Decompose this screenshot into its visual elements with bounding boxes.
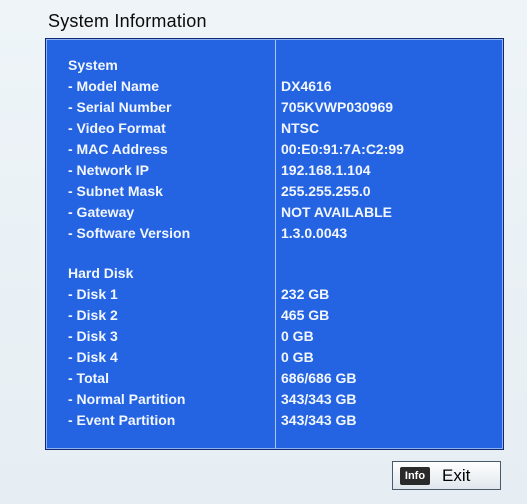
value-spacer-hard-disk [281,263,404,284]
label-network-ip: - Network IP [68,162,149,178]
value-network-ip: 192.168.1.104 [281,162,371,178]
label-event-partition: - Event Partition [68,412,176,428]
info-key-badge: Info [400,466,430,485]
value-total: 686/686 GB [281,370,357,386]
value-gateway: NOT AVAILABLE [281,204,392,220]
value-disk-1: 232 GB [281,286,330,302]
value-event-partition: 343/343 GB [281,412,357,428]
section-header-hard-disk: Hard Disk [68,265,134,281]
label-gateway: - Gateway [68,204,135,220]
label-disk-1: - Disk 1 [68,286,118,302]
value-disk-4: 0 GB [281,349,314,365]
value-subnet-mask: 255.255.255.0 [281,183,371,199]
info-panel: System - Model Name - Serial Number - Vi… [45,38,504,450]
label-serial-number: - Serial Number [68,99,172,115]
value-mac-address: 00:E0:91:7A:C2:99 [281,141,404,157]
labels-column: System - Model Name - Serial Number - Vi… [68,55,190,431]
label-disk-4: - Disk 4 [68,349,118,365]
value-disk-3: 0 GB [281,328,314,344]
label-disk-3: - Disk 3 [68,328,118,344]
section-header-system: System [68,57,118,73]
label-software-version: - Software Version [68,225,191,241]
label-total: - Total [68,370,109,386]
value-serial-number: 705KVWP030969 [281,99,394,115]
exit-button-label: Exit [442,465,471,485]
label-mac-address: - MAC Address [68,141,168,157]
value-model-name: DX4616 [281,78,332,94]
label-subnet-mask: - Subnet Mask [68,183,163,199]
values-column: DX4616 705KVWP030969 NTSC 00:E0:91:7A:C2… [281,55,404,431]
value-software-version: 1.3.0.0043 [281,225,348,241]
value-spacer-system [281,55,404,76]
column-divider [275,40,276,448]
label-disk-2: - Disk 2 [68,307,118,323]
value-video-format: NTSC [281,120,320,136]
system-information-window: System Information System - Model Name -… [0,0,527,504]
label-model-name: - Model Name [68,78,160,94]
window-title: System Information [48,11,207,31]
label-normal-partition: - Normal Partition [68,391,186,407]
label-video-format: - Video Format [68,120,166,136]
value-disk-2: 465 GB [281,307,330,323]
value-normal-partition: 343/343 GB [281,391,357,407]
exit-button[interactable]: Info Exit [392,461,501,490]
